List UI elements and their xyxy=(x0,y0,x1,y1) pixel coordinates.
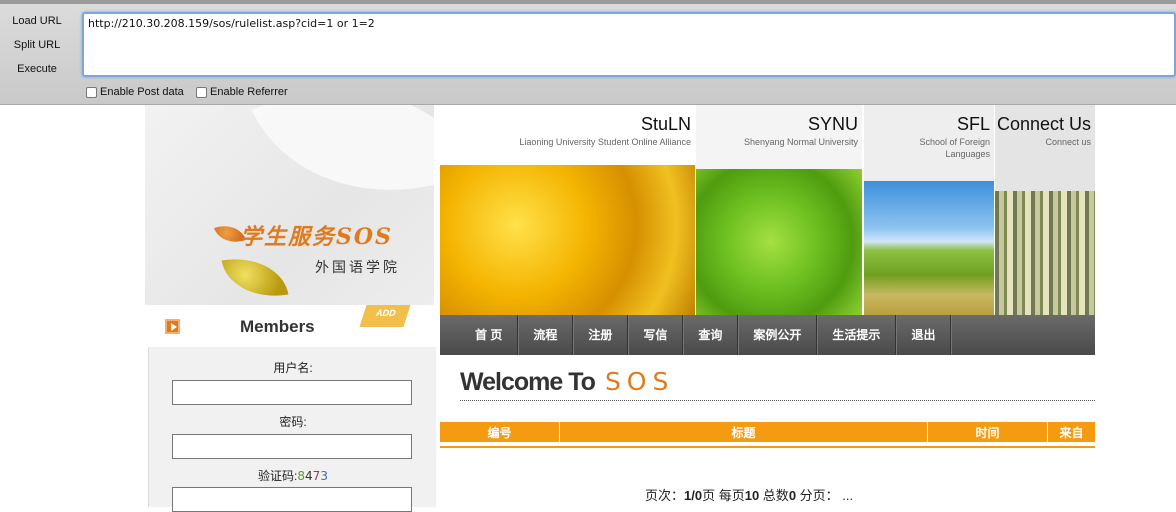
play-arrow-icon xyxy=(165,319,180,334)
sos-site: 学生服务SOS 外国语学院 Members ADD 用户名: 密码: 验证码:8… xyxy=(145,105,1095,512)
panel-subtitle: School of Foreign Languages xyxy=(919,137,990,159)
rules-table-header: 编号 标题 时间 来自 xyxy=(440,422,1095,444)
panel-sfl[interactable]: SFL School of Foreign Languages xyxy=(864,105,994,315)
pager-pages: 1/0 xyxy=(684,488,703,503)
left-banner: 学生服务SOS 外国语学院 xyxy=(145,105,434,305)
captcha-digit: 3 xyxy=(320,469,328,483)
pager-total-label: 总数 xyxy=(759,488,789,503)
captcha-input[interactable] xyxy=(172,487,412,512)
nav-home[interactable]: 首 页 xyxy=(460,315,519,355)
table-bottom-rule xyxy=(440,446,1095,448)
add-member-button[interactable]: ADD xyxy=(359,305,411,327)
green-leaves-photo xyxy=(696,169,862,315)
panel-subtitle: Connect us xyxy=(1045,137,1091,147)
url-textarea[interactable]: http://210.30.208.159/sos/rulelist.asp?c… xyxy=(82,12,1176,77)
pagination: 页次：1/0页 每页10 总数0 分页： ... xyxy=(645,485,853,504)
toolbar-top-edge xyxy=(0,0,1176,4)
nav-process[interactable]: 流程 xyxy=(518,315,574,355)
password-input[interactable] xyxy=(172,434,412,459)
panel-title: SYNU xyxy=(807,114,858,134)
column-header-id: 编号 xyxy=(440,422,560,442)
members-header: Members ADD xyxy=(145,305,436,347)
captcha-digit: 8 xyxy=(297,469,306,483)
panel-label-area: SFL School of Foreign Languages xyxy=(864,105,994,181)
login-form: 用户名: 密码: 验证码:8473 xyxy=(148,347,437,512)
nav-register[interactable]: 注册 xyxy=(573,315,629,355)
captcha-row: 验证码:8473 xyxy=(149,467,437,484)
enable-referrer-label: Enable Referrer xyxy=(210,86,288,98)
enable-post-checkbox[interactable] xyxy=(86,86,97,98)
left-column: 学生服务SOS 外国语学院 Members ADD 用户名: 密码: 验证码:8… xyxy=(145,105,437,512)
captcha-label: 验证码: xyxy=(258,469,298,483)
site-logo-subtitle: 外国语学院 xyxy=(315,260,400,276)
pager-suffix: 分页： ... xyxy=(796,488,854,503)
right-column: StuLN Liaoning University Student Online… xyxy=(440,105,1095,507)
nav-query[interactable]: 查询 xyxy=(683,315,739,355)
panel-subtitle: Liaoning University Student Online Allia… xyxy=(519,137,691,147)
main-nav: 首 页 流程 注册 写信 查询 案例公开 生活提示 退出 xyxy=(440,315,1095,355)
dotted-divider xyxy=(460,400,1095,401)
welcome-sos: SOS xyxy=(604,367,675,396)
panel-label-area: SYNU Shenyang Normal University xyxy=(696,105,862,169)
panel-stuln[interactable]: StuLN Liaoning University Student Online… xyxy=(440,105,695,315)
welcome-heading: Welcome To SOS xyxy=(460,367,674,397)
execute-button[interactable]: Execute xyxy=(6,59,68,79)
password-label: 密码: xyxy=(279,415,307,429)
load-url-button[interactable]: Load URL xyxy=(6,11,68,31)
enable-post-option[interactable]: Enable Post data xyxy=(86,86,184,98)
panel-connect-us[interactable]: Connect Us Connect us xyxy=(995,105,1095,315)
panel-subtitle: Shenyang Normal University xyxy=(743,137,858,147)
pager-per-page: 10 xyxy=(744,488,760,503)
hackbar-toolbar: Load URL Split URL Execute http://210.30… xyxy=(0,0,1176,105)
enable-referrer-checkbox[interactable] xyxy=(196,86,207,98)
nav-logout[interactable]: 退出 xyxy=(896,315,952,355)
nav-public-cases[interactable]: 案例公开 xyxy=(738,315,818,355)
panel-label-area: Connect Us Connect us xyxy=(995,105,1095,191)
split-url-button[interactable]: Split URL xyxy=(6,35,68,55)
panel-title: SFL xyxy=(956,114,990,134)
bamboo-forest-photo xyxy=(995,191,1095,315)
panel-label-area: StuLN Liaoning University Student Online… xyxy=(440,105,695,165)
pager-page-unit: 页 每页 xyxy=(702,488,745,503)
panel-title: Connect Us xyxy=(996,114,1091,134)
yellow-leaf-icon xyxy=(221,250,289,305)
members-title: Members xyxy=(240,317,315,336)
site-logo-title: 学生服务SOS xyxy=(240,224,393,250)
pager-total: 0 xyxy=(788,488,797,503)
captcha-digit: 4 xyxy=(305,469,313,483)
pager-prefix: 页次： xyxy=(645,488,685,503)
username-input[interactable] xyxy=(172,380,412,405)
username-label: 用户名: xyxy=(273,361,313,375)
field-sky-photo xyxy=(864,181,994,315)
nav-life-tips[interactable]: 生活提示 xyxy=(817,315,897,355)
panel-synu[interactable]: SYNU Shenyang Normal University xyxy=(696,105,862,315)
enable-post-label: Enable Post data xyxy=(100,86,184,98)
nav-write-letter[interactable]: 写信 xyxy=(628,315,684,355)
welcome-text: Welcome To xyxy=(460,368,596,396)
column-header-time: 时间 xyxy=(928,422,1048,442)
column-header-from: 来自 xyxy=(1059,426,1084,440)
enable-referrer-option[interactable]: Enable Referrer xyxy=(196,86,288,98)
panel-title: StuLN xyxy=(640,114,691,134)
column-header-title: 标题 xyxy=(560,422,928,442)
autumn-leaves-photo xyxy=(440,165,695,315)
